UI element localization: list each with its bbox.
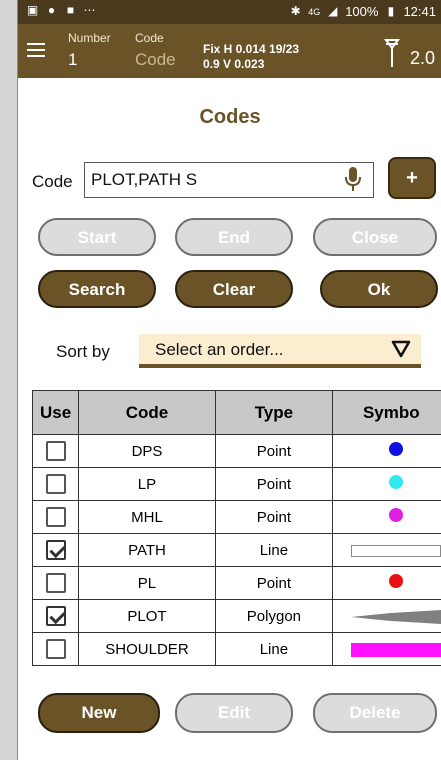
dropdown-arrow-icon xyxy=(391,340,411,358)
col-header-symbol[interactable]: Symbo xyxy=(331,390,441,435)
use-checkbox[interactable] xyxy=(45,573,66,593)
codes-table: Use Code Type Symbo DPS Point LP Point MHL Po… xyxy=(31,390,441,666)
use-cell xyxy=(31,632,80,666)
ok-button[interactable]: Ok xyxy=(320,270,438,308)
close-button[interactable]: Close xyxy=(313,218,437,256)
col-header-type[interactable]: Type xyxy=(214,390,333,435)
bag-icon: ■ xyxy=(66,3,75,17)
table-row[interactable]: LP Point xyxy=(31,467,441,501)
symbol-cell xyxy=(331,434,441,468)
code-header-label: Code xyxy=(135,31,164,45)
edit-button[interactable]: Edit xyxy=(175,693,293,733)
symbol-cell xyxy=(331,500,441,534)
symbol-cell xyxy=(331,599,441,633)
gallery-icon: ▣ xyxy=(26,3,39,17)
delete-button[interactable]: Delete xyxy=(313,693,437,733)
use-cell xyxy=(31,599,80,633)
clear-button[interactable]: Clear xyxy=(175,270,293,308)
status-bar: ▣ ● ■ ⋯ ✱ 4G ◢ 100% ▮ 12:41 xyxy=(18,0,441,24)
type-cell: Point xyxy=(214,566,333,600)
table-header-row: Use Code Type Symbo xyxy=(31,390,441,435)
number-value[interactable]: 1 xyxy=(68,50,77,70)
code-cell: PLOT xyxy=(78,599,216,633)
symbol-cell xyxy=(331,467,441,501)
table-row[interactable]: PL Point xyxy=(31,566,441,600)
sort-order-value: Select an order... xyxy=(155,340,284,359)
battery-icon: ▮ xyxy=(387,4,395,18)
fix-line-2: 0.9 V 0.023 xyxy=(203,57,265,71)
search-button[interactable]: Search xyxy=(38,270,156,308)
page-title: Codes xyxy=(199,106,261,128)
microphone-icon[interactable] xyxy=(344,166,362,192)
code-cell: MHL xyxy=(78,500,216,534)
code-cell: LP xyxy=(78,467,216,501)
network-label: 4G xyxy=(308,6,321,17)
use-checkbox[interactable] xyxy=(45,441,66,461)
end-button[interactable]: End xyxy=(175,218,293,256)
table-row[interactable]: SHOULDER Line xyxy=(31,632,441,666)
use-checkbox[interactable] xyxy=(45,639,66,659)
point-symbol-icon xyxy=(388,475,403,489)
use-cell xyxy=(31,533,80,567)
use-checkbox-checked[interactable] xyxy=(45,540,66,560)
code-field-label: Code xyxy=(32,172,73,191)
code-input[interactable]: PLOT,PATH S xyxy=(84,162,374,198)
use-cell xyxy=(31,566,80,600)
type-cell: Line xyxy=(214,632,333,666)
point-symbol-icon xyxy=(388,442,403,456)
symbol-cell xyxy=(331,566,441,600)
app-header: Number 1 Code Code Fix H 0.014 19/23 0.9… xyxy=(18,24,441,78)
start-button[interactable]: Start xyxy=(38,218,156,256)
more-icon: ⋯ xyxy=(83,3,96,17)
use-checkbox-checked[interactable] xyxy=(45,606,66,626)
table-row[interactable]: PLOT Polygon xyxy=(31,599,441,633)
code-cell: PL xyxy=(78,566,216,600)
app-screen: ▣ ● ■ ⋯ ✱ 4G ◢ 100% ▮ 12:41 Number 1 Cod… xyxy=(17,0,441,760)
sort-order-dropdown[interactable]: Select an order... xyxy=(139,334,421,368)
clock: 12:41 xyxy=(403,4,436,19)
use-checkbox[interactable] xyxy=(45,474,66,494)
type-cell: Point xyxy=(214,500,333,534)
sort-by-label: Sort by xyxy=(56,342,110,361)
point-symbol-icon xyxy=(388,574,403,588)
signal-icon: ◢ xyxy=(328,4,338,18)
symbol-cell xyxy=(331,632,441,666)
add-code-button[interactable]: + xyxy=(388,157,436,199)
table-row[interactable]: DPS Point xyxy=(31,434,441,468)
code-header-value[interactable]: Code xyxy=(135,50,176,70)
table-row[interactable]: PATH Line xyxy=(31,533,441,567)
table-body: DPS Point LP Point MHL Point PATH Line PL Point PL… xyxy=(31,434,441,666)
gnss-fix-status: Fix H 0.014 19/23 0.9 V 0.023 xyxy=(203,42,299,72)
use-cell xyxy=(31,467,80,501)
symbol-cell xyxy=(331,533,441,567)
number-label: Number xyxy=(68,31,111,45)
type-cell: Polygon xyxy=(214,599,333,633)
rod-height-value[interactable]: 2.0 xyxy=(410,48,435,69)
code-cell: SHOULDER xyxy=(78,632,216,666)
col-header-use[interactable]: Use xyxy=(31,390,80,435)
sync-icon: ● xyxy=(47,3,56,17)
line-symbol-icon xyxy=(350,642,441,657)
use-cell xyxy=(31,434,80,468)
type-cell: Point xyxy=(214,434,333,468)
hamburger-menu-icon[interactable] xyxy=(27,43,45,57)
polygon-symbol-icon xyxy=(350,609,441,624)
point-symbol-icon xyxy=(388,508,403,522)
type-cell: Point xyxy=(214,467,333,501)
rod-height-icon[interactable] xyxy=(383,38,401,68)
table-row[interactable]: MHL Point xyxy=(31,500,441,534)
battery-level: 100% xyxy=(345,4,379,19)
new-button[interactable]: New xyxy=(38,693,160,733)
code-cell: DPS xyxy=(78,434,216,468)
line-symbol-icon xyxy=(350,544,441,557)
use-checkbox[interactable] xyxy=(45,507,66,527)
use-cell xyxy=(31,500,80,534)
code-cell: PATH xyxy=(78,533,216,567)
fix-line-1: Fix H 0.014 19/23 xyxy=(203,42,300,56)
type-cell: Line xyxy=(214,533,333,567)
col-header-code[interactable]: Code xyxy=(78,390,216,435)
bluetooth-icon: ✱ xyxy=(290,4,301,18)
